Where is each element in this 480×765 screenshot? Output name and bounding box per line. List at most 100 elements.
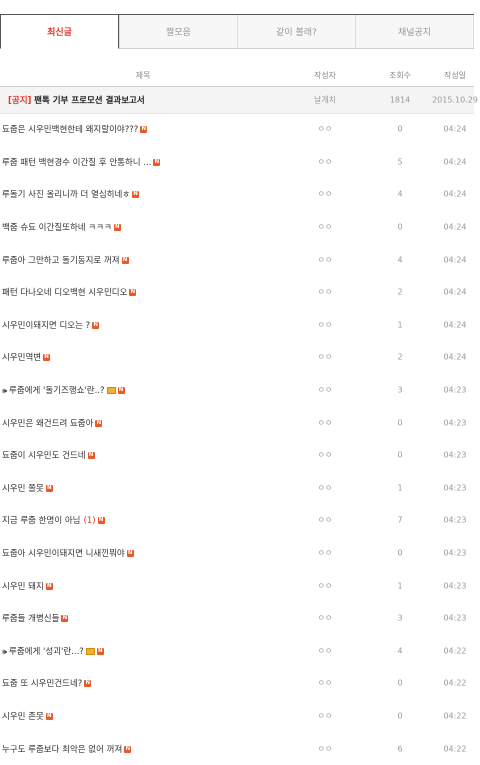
new-badge-icon: N [126, 550, 134, 558]
list-item[interactable]: 백줍 슈됴 이간질또하네 ㅋㅋㅋ N ㅇㅇ 0 04:24 [0, 211, 474, 244]
post-date: 04:24 [443, 189, 467, 199]
post-author: ㅇㅇ [317, 189, 333, 199]
tab-3[interactable]: 채널공지 [355, 15, 474, 48]
post-title[interactable]: 루줍아 그만하고 돌기동지로 꺼져 N [2, 254, 129, 266]
notice-views: 1814 [389, 95, 411, 105]
post-author: ㅇㅇ [317, 418, 333, 428]
tab-1[interactable]: 짤모음 [119, 15, 237, 48]
post-author: ㅇㅇ [317, 515, 333, 525]
post-views: 1 [397, 320, 403, 330]
post-title[interactable]: 지금 루줍 한명이 아님 (1) N [2, 514, 105, 526]
post-views: 3 [397, 613, 403, 623]
list-item[interactable]: 🕪 루줍에게 '성괴'란...? N ㅇㅇ 4 04:22 [0, 635, 474, 668]
post-title[interactable]: 패턴 다나오네 디오백현 시우민디오 N [2, 286, 137, 299]
post-views: 1 [397, 581, 403, 591]
post-title-text: 루줍 패턴 백현경수 이간질 후 안통하니 ... [2, 157, 152, 168]
post-title-text: 시우민 존못 [2, 712, 44, 723]
column-author: 작성자 [313, 70, 337, 80]
list-item[interactable]: 됴줍이 시우민도 건드네 N ㅇㅇ 0 04:23 [0, 439, 474, 472]
post-title[interactable]: 됴줍이 시우민도 건드네 N [2, 449, 95, 461]
list-item[interactable]: 루줍 패턴 백현경수 이간질 후 안통하니 ... N ㅇㅇ 5 04:24 [0, 146, 474, 179]
post-author: ㅇㅇ [317, 450, 333, 460]
list-item[interactable]: 시우민역변 N ㅇㅇ 2 04:24 [0, 341, 474, 374]
new-badge-icon: N [124, 745, 132, 753]
list-item[interactable]: 시우민 돼지 N ㅇㅇ 1 04:23 [0, 569, 474, 602]
notice-title-text: 팬톡 기부 프로모션 결과보고서 [34, 96, 145, 106]
post-title[interactable]: 백줍 슈됴 이간질또하네 ㅋㅋㅋ N [2, 221, 121, 233]
post-title[interactable]: 루줍 패턴 백현경수 이간질 후 안통하니 ... N [2, 156, 161, 168]
column-title: 제목 [135, 70, 151, 80]
post-date: 04:22 [443, 744, 467, 754]
list-item[interactable]: 됴줍은 시우민백현한테 왜지랄이야??? N ㅇㅇ 0 04:24 [0, 113, 474, 146]
speaker-icon: 🕪 [2, 386, 8, 396]
post-author: ㅇㅇ [317, 157, 333, 167]
post-title[interactable]: 시우민 존못 N [2, 710, 53, 722]
new-badge-icon: N [43, 354, 51, 362]
post-title-text: 백줍 슈됴 이간질또하네 ㅋㅋㅋ [2, 223, 112, 234]
post-views: 3 [397, 385, 403, 395]
post-views: 6 [397, 744, 403, 754]
post-title[interactable]: 🕪 루줍에게 '성괴'란...? N [2, 645, 104, 657]
post-date: 04:23 [443, 418, 467, 428]
list-item[interactable]: 시우민 존못 N ㅇㅇ 0 04:22 [0, 700, 474, 733]
post-views: 2 [397, 287, 403, 297]
post-views: 0 [397, 711, 403, 721]
list-item[interactable]: 패턴 다나오네 디오백현 시우민디오 N ㅇㅇ 2 04:24 [0, 276, 474, 309]
list-item[interactable]: 지금 루줍 한명이 아님 (1) N ㅇㅇ 7 04:23 [0, 504, 474, 537]
post-title[interactable]: 루돌기 사진 올리니까 더 열심히네ㅎ N [2, 188, 140, 200]
list-item[interactable]: 시우민은 왜건드려 됴줍아 N ㅇㅇ 0 04:23 [0, 406, 474, 439]
post-title[interactable]: 시우민 쫄못 N [2, 482, 53, 494]
post-title[interactable]: 🕪 루줍에게 '돌기즈행쇼'란..? N [2, 384, 125, 396]
list-item[interactable]: 루줍아 그만하고 돌기동지로 꺼져 N ㅇㅇ 4 04:24 [0, 243, 474, 276]
post-title-text: 루줍에게 '성괴'란...? [9, 646, 84, 657]
tab-0[interactable]: 최신글 [0, 15, 119, 49]
post-title[interactable]: 시우민 돼지 N [2, 580, 53, 592]
list-item[interactable]: 🕪 루줍에게 '돌기즈행쇼'란..? N ㅇㅇ 3 04:23 [0, 374, 474, 407]
image-icon [106, 387, 116, 395]
post-title[interactable]: 됴줍 또 시우민건드네? N [2, 677, 92, 690]
post-title[interactable]: 시우민역변 N [2, 351, 51, 363]
column-views: 조회수 [388, 70, 412, 80]
list-header: 제목 작성자 조회수 작성일 [0, 64, 474, 87]
post-views: 7 [397, 515, 403, 525]
post-title[interactable]: 루줍들 개병신들 N [2, 612, 69, 624]
post-title-text: 패턴 다나오네 디오백현 시우민디오 [2, 288, 128, 299]
post-views: 0 [397, 678, 403, 688]
post-date: 04:24 [443, 287, 467, 297]
notice-title[interactable]: [공지] 팬톡 기부 프로모션 결과보고서 [8, 94, 145, 106]
notice-tag: [공지] [8, 96, 32, 106]
post-title-text: 됴줍 또 시우민건드네? [2, 679, 83, 690]
post-date: 04:24 [443, 124, 467, 134]
new-badge-icon: N [45, 713, 53, 721]
notice-row[interactable]: [공지] 팬톡 기부 프로모션 결과보고서 날개치 1814 2015.10.2… [0, 87, 478, 114]
post-title[interactable]: 됴줍아 시우민이돼지면 니새낀뭐야 N [2, 547, 134, 559]
post-date: 04:23 [443, 613, 467, 623]
list-item[interactable]: 루줍들 개병신들 N ㅇㅇ 3 04:23 [0, 602, 474, 635]
post-author: ㅇㅇ [317, 744, 333, 754]
post-author: ㅇㅇ [317, 352, 333, 362]
list-item[interactable]: 됴줍 또 시우민건드네? N ㅇㅇ 0 04:22 [0, 667, 474, 700]
notice-date: 2015.10.29 [432, 95, 478, 105]
post-date: 04:23 [443, 385, 467, 395]
post-author: ㅇㅇ [317, 548, 333, 558]
new-badge-icon: N [140, 126, 148, 134]
post-title[interactable]: 누구도 루줍보다 최악은 없어 꺼져 N [2, 743, 132, 755]
list-item[interactable]: 됴줍아 시우민이돼지면 니새낀뭐야 N ㅇㅇ 0 04:23 [0, 537, 474, 570]
list-item[interactable]: 루돌기 사진 올리니까 더 열심히네ㅎ N ㅇㅇ 4 04:24 [0, 178, 474, 211]
post-date: 04:23 [443, 450, 467, 460]
new-badge-icon: N [87, 452, 95, 460]
new-badge-icon: N [92, 321, 100, 329]
post-views: 4 [397, 189, 403, 199]
list-item[interactable]: 시우민이돼지면 디오는 ? N ㅇㅇ 1 04:24 [0, 309, 474, 342]
post-title-text: 됴줍아 시우민이돼지면 니새낀뭐야 [2, 549, 125, 560]
post-title[interactable]: 됴줍은 시우민백현한테 왜지랄이야??? N [2, 123, 148, 135]
post-views: 2 [397, 352, 403, 362]
post-title[interactable]: 시우민이돼지면 디오는 ? N [2, 319, 100, 331]
list-item[interactable]: 시우민 쫄못 N ㅇㅇ 1 04:23 [0, 472, 474, 505]
post-date: 04:23 [443, 548, 467, 558]
new-badge-icon: N [153, 158, 161, 166]
post-author: ㅇㅇ [317, 646, 333, 656]
tab-2[interactable]: 같이 볼래? [237, 15, 355, 48]
list-item[interactable]: 누구도 루줍보다 최악은 없어 꺼져 N ㅇㅇ 6 04:22 [0, 732, 474, 765]
post-title[interactable]: 시우민은 왜건드려 됴줍아 N [2, 417, 103, 429]
